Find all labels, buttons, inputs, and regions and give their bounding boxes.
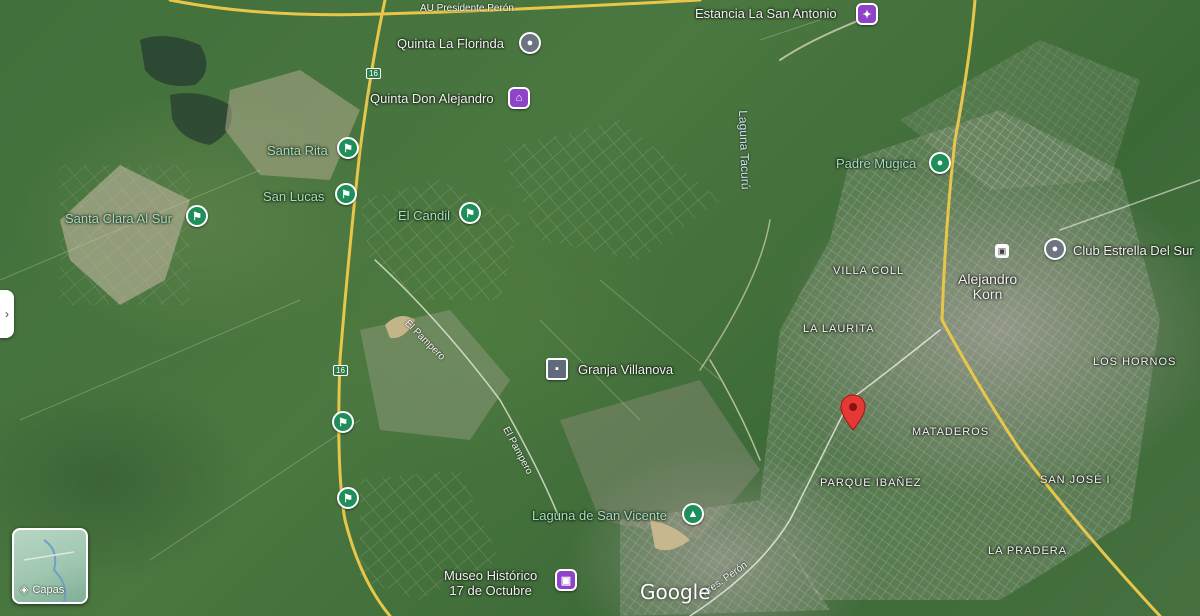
square-place-icon[interactable]: ▪	[546, 358, 568, 380]
water-label-laguna-tacuru: Laguna Tacurú	[736, 110, 753, 190]
poi-label-museo-historico[interactable]: Museo Histórico 17 de Octubre	[444, 568, 537, 598]
poi-label-el-candil[interactable]: El Candil	[398, 208, 450, 223]
satellite-map[interactable]: AU Presidente Perón El Pampero El Pamper…	[0, 0, 1200, 616]
golf-icon[interactable]: ⚑	[332, 411, 354, 433]
train-station-icon[interactable]: ▣	[995, 244, 1009, 258]
layers-button[interactable]: ◈ Capas	[12, 528, 88, 604]
poi-label-quinta-la-florinda[interactable]: Quinta La Florinda	[397, 36, 504, 51]
neighborhood-san-jose-i: SAN JOSÉ I	[1040, 474, 1111, 486]
route-shield-16: 16	[366, 68, 381, 79]
gray-place-icon[interactable]: ●	[1044, 238, 1066, 260]
layers-icon: ◈	[20, 584, 29, 596]
poi-label-san-lucas[interactable]: San Lucas	[263, 189, 324, 204]
purple-museum-icon[interactable]: ▣	[555, 569, 577, 591]
neighborhood-mataderos: MATADEROS	[912, 426, 990, 438]
poi-label-estancia-la-san-antonio[interactable]: Estancia La San Antonio	[695, 6, 837, 21]
poi-label-club-estrella-del-sur[interactable]: Club Estrella Del Sur	[1073, 243, 1194, 258]
selected-location-marker-icon[interactable]	[840, 394, 866, 432]
poi-label-quinta-don-alejandro[interactable]: Quinta Don Alejandro	[370, 91, 494, 106]
tree-icon[interactable]: ▲	[682, 503, 704, 525]
golf-icon[interactable]: ⚑	[337, 487, 359, 509]
road-label-au-presidente-peron: AU Presidente Perón	[420, 3, 514, 14]
poi-label-granja-villanova[interactable]: Granja Villanova	[578, 362, 673, 377]
town-label-alejandro-korn[interactable]: Alejandro Korn	[958, 272, 1017, 302]
golf-icon[interactable]: ⚑	[337, 137, 359, 159]
layers-label: Capas	[32, 583, 65, 596]
gray-place-icon[interactable]: ●	[519, 32, 541, 54]
road-el-pampero	[374, 259, 561, 521]
chevron-right-icon: ›	[5, 307, 9, 321]
neighborhood-los-hornos: LOS HORNOS	[1093, 356, 1177, 368]
neighborhood-parque-ibanez: PARQUE IBAÑEZ	[820, 477, 922, 489]
roads-layer	[168, 0, 1200, 616]
poi-label-laguna-de-san-vicente[interactable]: Laguna de San Vicente	[532, 508, 667, 523]
purple-activity-icon[interactable]: ✦	[856, 3, 878, 25]
purple-lodging-icon[interactable]: ⌂	[508, 87, 530, 109]
poi-label-santa-clara-al-sur[interactable]: Santa Clara Al Sur	[65, 211, 172, 226]
route-shield-16: 16	[333, 365, 348, 376]
poi-label-santa-rita[interactable]: Santa Rita	[267, 143, 328, 158]
green-place-icon[interactable]: ●	[929, 152, 951, 174]
golf-icon[interactable]: ⚑	[459, 202, 481, 224]
poi-label-padre-mugica[interactable]: Padre Mugica	[836, 156, 916, 171]
expand-side-panel-button[interactable]: ›	[0, 290, 14, 338]
golf-icon[interactable]: ⚑	[186, 205, 208, 227]
neighborhood-villa-coll: VILLA COLL	[833, 265, 905, 277]
road-east-highway	[940, 0, 1162, 616]
neighborhood-la-laurita: LA LAURITA	[803, 323, 875, 335]
google-logo: Google	[640, 580, 711, 604]
neighborhood-la-pradera: LA PRADERA	[988, 545, 1068, 557]
golf-icon[interactable]: ⚑	[335, 183, 357, 205]
